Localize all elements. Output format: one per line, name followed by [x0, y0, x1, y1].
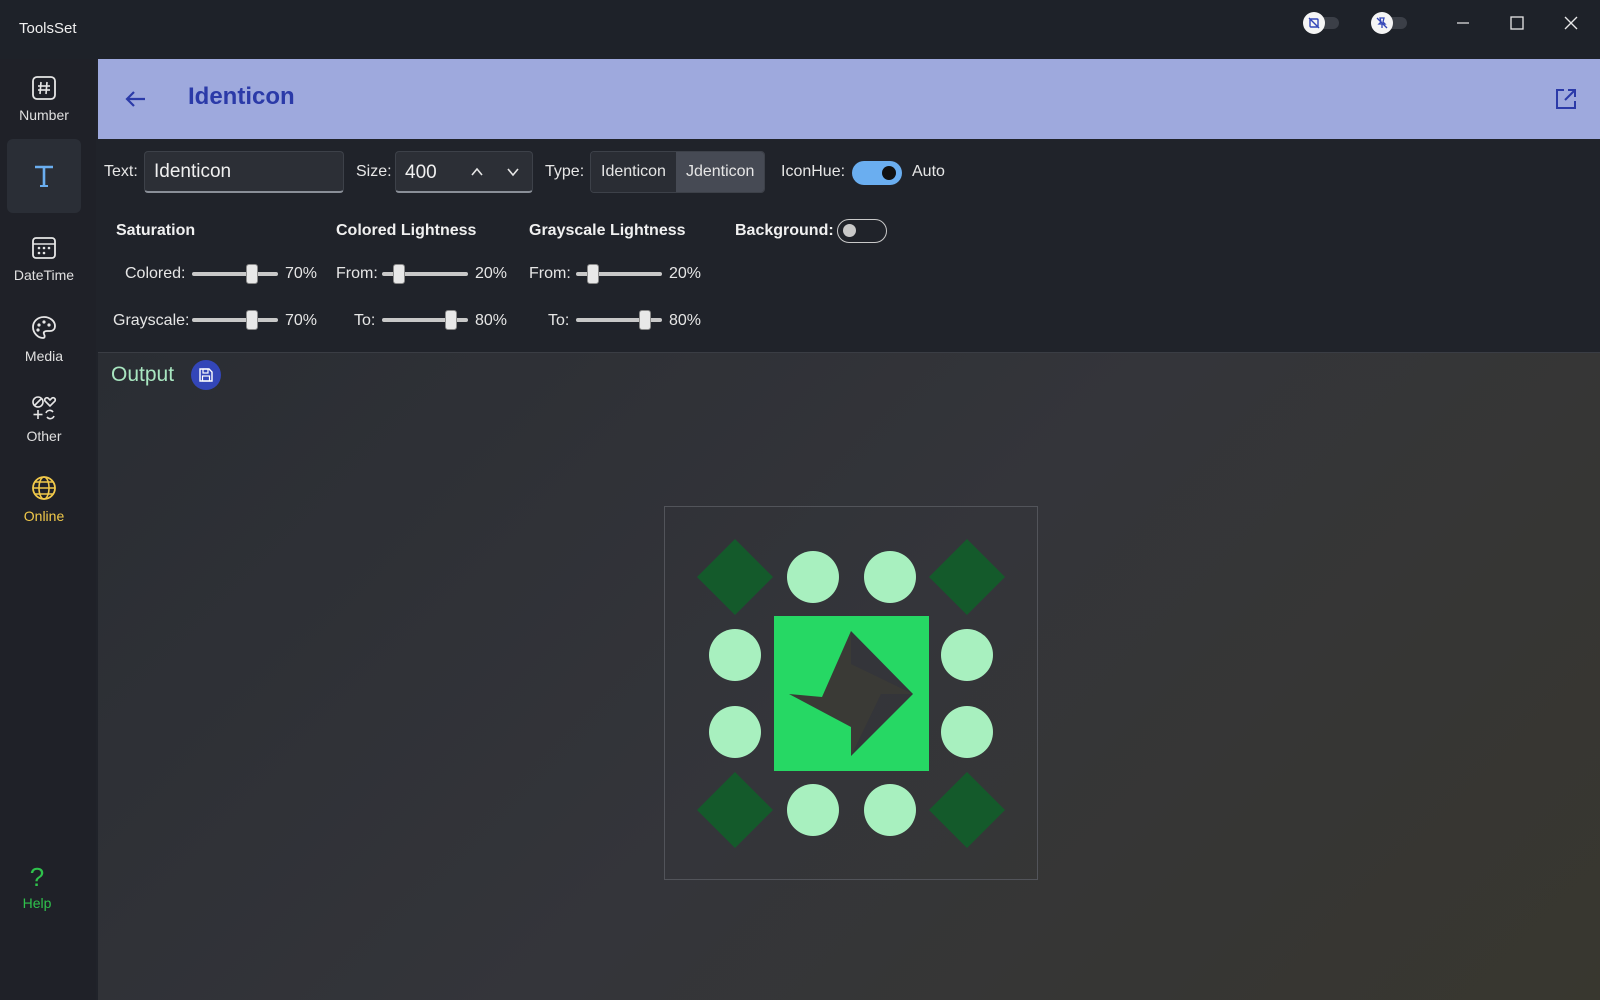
colored-to-slider[interactable]	[382, 308, 468, 332]
identicon-corner-diamond	[697, 772, 773, 848]
maximize-button[interactable]	[1497, 8, 1537, 38]
saturation-grayscale-label: Grayscale:	[113, 312, 190, 329]
calendar-icon	[32, 237, 56, 259]
grayscale-from-value: 20%	[669, 265, 702, 282]
page-header: Identicon	[98, 59, 1600, 139]
colored-from-slider[interactable]	[382, 262, 468, 286]
identicon-edge-circle	[709, 629, 761, 681]
text-input[interactable]	[144, 151, 344, 193]
close-button[interactable]	[1551, 8, 1591, 38]
background-label: Background:	[735, 222, 834, 239]
colored-from-label: From:	[336, 265, 378, 282]
back-arrow-icon	[125, 91, 145, 107]
text-label: Text:	[104, 163, 138, 180]
unpin-icon	[1371, 12, 1393, 34]
sidebar-item-label: Other	[26, 428, 62, 444]
minimize-icon	[1457, 22, 1469, 24]
colored-to-label: To:	[354, 312, 376, 329]
sidebar-item-number[interactable]: Number	[7, 62, 81, 136]
type-option-identicon[interactable]: Identicon	[591, 152, 676, 192]
saturation-colored-slider[interactable]	[192, 262, 278, 286]
back-button[interactable]	[118, 81, 154, 117]
iconhue-label: IconHue:	[781, 163, 846, 180]
sidebar-item-label: Media	[24, 348, 64, 364]
help-label: Help	[22, 895, 52, 911]
minimize-button[interactable]	[1443, 8, 1483, 38]
colored-from-value: 20%	[475, 265, 508, 282]
type-selector: Identicon Jdenticon	[590, 151, 766, 193]
identicon-image	[697, 539, 1005, 848]
sidebar-item-label: DateTime	[13, 267, 75, 283]
identicon-edge-circle	[941, 629, 993, 681]
identicon-corner-diamond	[929, 772, 1005, 848]
help-icon: ?	[29, 862, 45, 892]
saturation-colored-label: Colored:	[125, 265, 186, 282]
type-label: Type:	[545, 163, 585, 180]
identicon-corner-diamond	[697, 539, 773, 615]
app-title: ToolsSet	[19, 20, 77, 37]
grayscale-to-slider[interactable]	[576, 308, 662, 332]
identicon-edge-circle	[864, 551, 916, 603]
output-title: Output	[111, 363, 175, 386]
identicon-canvas	[664, 506, 1038, 880]
grayscale-from-label: From:	[529, 265, 571, 282]
help-button[interactable]: ? Help	[7, 862, 67, 932]
sidebar-item-other[interactable]: Other	[7, 382, 81, 456]
save-button[interactable]	[191, 360, 221, 390]
title-bar: ToolsSet	[0, 0, 1600, 59]
size-value: 400	[405, 162, 437, 183]
size-label: Size:	[356, 163, 392, 180]
background-toggle[interactable]	[837, 219, 887, 243]
identicon-edge-circle	[941, 706, 993, 758]
saturation-title: Saturation	[116, 222, 196, 239]
sidebar-item-media[interactable]: Media	[7, 302, 81, 376]
chevron-up-icon	[471, 167, 483, 176]
hash-icon	[32, 76, 56, 100]
identicon-edge-circle	[864, 784, 916, 836]
open-external-icon	[1556, 89, 1576, 109]
saturation-grayscale-value: 70%	[285, 312, 318, 329]
maximize-icon	[1510, 16, 1524, 30]
sidebar-item-online[interactable]: Online	[7, 462, 81, 536]
palette-icon	[32, 316, 56, 339]
size-number-box[interactable]: 400	[395, 151, 533, 193]
close-icon	[1564, 16, 1578, 30]
sidebar-item-label: Number	[19, 107, 69, 123]
identicon-edge-circle	[709, 706, 761, 758]
open-in-window-button[interactable]	[1548, 81, 1584, 117]
grayscale-to-label: To:	[548, 312, 570, 329]
shapes-icon	[32, 396, 57, 420]
app-window: ToolsSet Number DateTime Media Other Onl…	[0, 0, 1600, 1000]
colored-lightness-title: Colored Lightness	[336, 222, 477, 239]
grayscale-from-slider[interactable]	[576, 262, 662, 286]
identicon-edge-circle	[787, 784, 839, 836]
globe-icon	[32, 476, 56, 500]
sidebar-item-text[interactable]	[7, 139, 81, 213]
save-icon	[199, 368, 213, 382]
identicon-edge-circle	[787, 551, 839, 603]
sidebar-item-datetime[interactable]: DateTime	[7, 222, 81, 296]
iconhue-toggle[interactable]	[852, 161, 902, 185]
saturation-grayscale-slider[interactable]	[192, 308, 278, 332]
type-option-jdenticon[interactable]: Jdenticon	[675, 152, 765, 192]
camera-toggle[interactable]	[1303, 12, 1343, 34]
size-increment-button[interactable]	[464, 160, 490, 184]
pin-toggle[interactable]	[1371, 12, 1411, 34]
grayscale-to-value: 80%	[669, 312, 702, 329]
size-decrement-button[interactable]	[500, 160, 526, 184]
identicon-corner-diamond	[929, 539, 1005, 615]
grayscale-lightness-title: Grayscale Lightness	[529, 222, 686, 239]
no-camera-icon	[1303, 12, 1325, 34]
colored-to-value: 80%	[475, 312, 508, 329]
chevron-down-icon	[507, 168, 519, 177]
saturation-colored-value: 70%	[285, 265, 318, 282]
iconhue-state: Auto	[912, 163, 945, 180]
text-icon	[35, 165, 53, 187]
sidebar-item-label: Online	[23, 508, 65, 524]
page-title: Identicon	[188, 83, 295, 110]
